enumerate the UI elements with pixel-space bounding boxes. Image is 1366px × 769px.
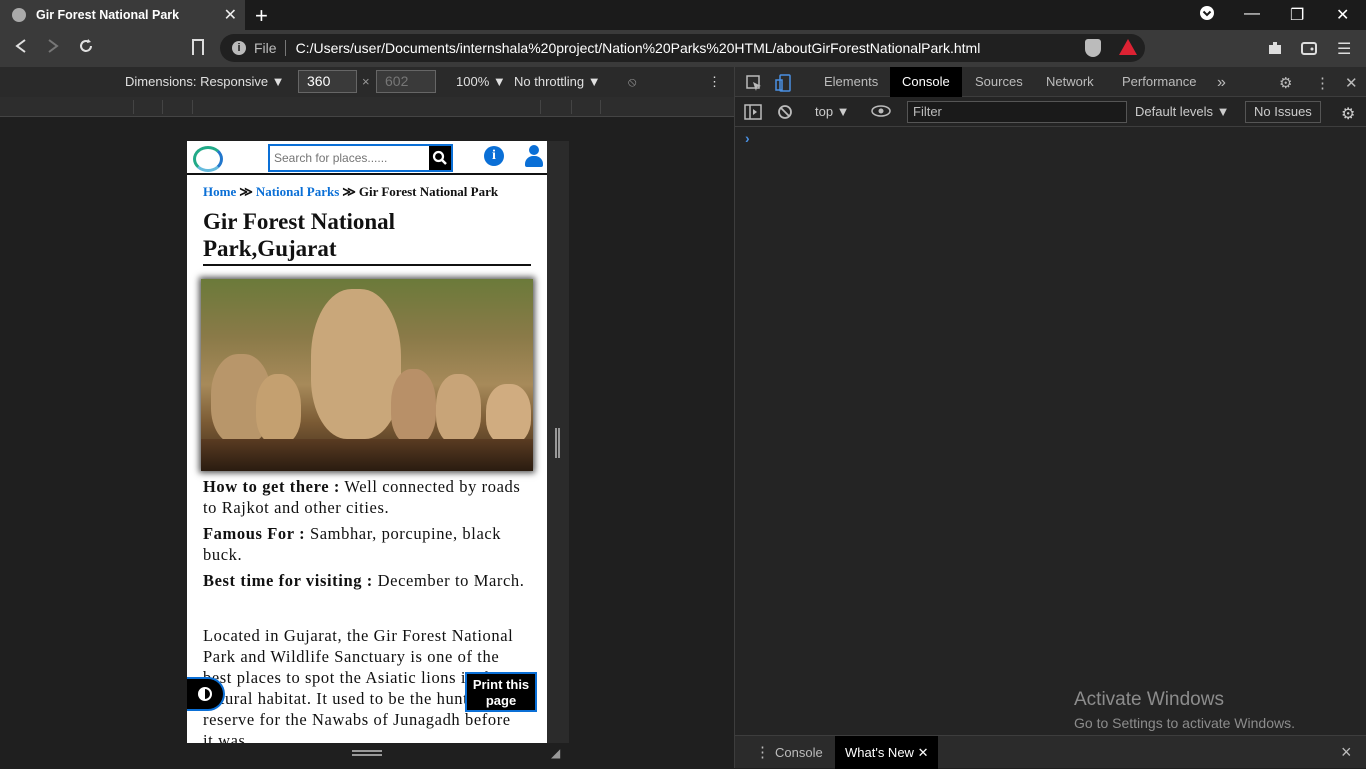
tab-strip: Gir Forest National Park ✕ + — ❐ ✕ xyxy=(0,0,1366,30)
more-options-icon[interactable]: ⋮ xyxy=(708,74,721,90)
url-text[interactable]: C:/Users/user/Documents/internshala%20pr… xyxy=(296,40,981,56)
divider xyxy=(284,40,286,56)
resize-handle-corner[interactable]: ◢ xyxy=(551,746,565,760)
tab-sources[interactable]: Sources xyxy=(963,67,1035,97)
print-page-button[interactable]: Print this page xyxy=(465,672,537,712)
device-viewport: i Home≫National Parks≫Gir Forest Nationa… xyxy=(187,141,547,743)
browser-toolbar: i File C:/Users/user/Documents/internsha… xyxy=(0,30,1366,67)
inspect-element-icon[interactable] xyxy=(745,74,763,96)
minimize-icon[interactable]: — xyxy=(1244,5,1260,23)
fact-famous-for: Famous For : Sambhar, porcupine, black b… xyxy=(203,524,502,564)
tab-title: Gir Forest National Park xyxy=(36,8,180,22)
activate-windows-watermark: Activate Windows Go to Settings to activ… xyxy=(1074,689,1295,731)
device-toolbar-icon[interactable] xyxy=(775,74,793,96)
close-drawer-icon[interactable]: × xyxy=(1331,736,1362,769)
close-drawer-tab-icon[interactable]: ✕ xyxy=(918,745,929,760)
vpn-icon[interactable] xyxy=(1119,39,1137,55)
width-input[interactable]: 360 xyxy=(298,70,357,93)
sidebar-toggle-icon[interactable] xyxy=(744,104,762,123)
profile-dropdown-icon[interactable] xyxy=(1199,5,1215,26)
media-query-ruler xyxy=(0,97,734,117)
resize-handle-bottom[interactable] xyxy=(352,750,382,756)
breadcrumb-current: Gir Forest National Park xyxy=(358,184,499,199)
console-prompt-caret[interactable]: › xyxy=(745,130,750,146)
devtools-panel: Elements Console Sources Network Perform… xyxy=(734,67,1366,769)
bookmark-icon[interactable] xyxy=(192,39,204,55)
globe-icon xyxy=(12,8,26,22)
devtools-tabs: Elements Console Sources Network Perform… xyxy=(735,67,1366,97)
url-scheme-label: File xyxy=(254,40,277,56)
context-select[interactable]: top ▼ xyxy=(815,104,850,119)
site-logo[interactable] xyxy=(193,146,223,172)
log-levels-select[interactable]: Default levels ▼ xyxy=(1135,104,1230,119)
dimensions-select[interactable]: Dimensions: Responsive ▼ xyxy=(125,74,285,89)
drawer-tab-console[interactable]: Console xyxy=(765,736,833,769)
rotate-icon[interactable]: ⦸ xyxy=(628,74,636,90)
breadcrumb: Home ≫ National Parks ≫ Gir Forest National … xyxy=(203,184,498,200)
breadcrumb-separator: ≫ xyxy=(239,184,253,199)
forward-icon[interactable] xyxy=(46,38,60,59)
console-toolbar: top ▼ Filter Default levels ▼ No Issues … xyxy=(735,97,1366,127)
user-icon[interactable] xyxy=(525,145,543,167)
breadcrumb-separator: ≫ xyxy=(342,184,356,199)
clear-console-icon[interactable] xyxy=(777,104,793,123)
watermark-subtitle: Go to Settings to activate Windows. xyxy=(1074,715,1295,731)
search-input[interactable] xyxy=(270,146,429,170)
console-filter-input[interactable]: Filter xyxy=(907,101,1127,123)
ruler-tick xyxy=(162,100,163,114)
address-bar[interactable]: i File C:/Users/user/Documents/internsha… xyxy=(220,34,1145,62)
fact-access: How to get there : Well connected by roa… xyxy=(203,477,521,517)
brave-shield-icon[interactable] xyxy=(1085,39,1101,57)
close-window-icon[interactable]: ✕ xyxy=(1336,5,1349,25)
ruler-tick xyxy=(540,100,541,114)
wallet-icon[interactable] xyxy=(1300,39,1318,62)
extensions-icon[interactable] xyxy=(1266,39,1284,62)
height-input[interactable]: 602 xyxy=(376,70,436,93)
customize-menu-icon[interactable]: ⋮ xyxy=(1315,74,1330,92)
breadcrumb-national-parks[interactable]: National Parks xyxy=(256,184,339,199)
ruler-tick xyxy=(600,100,601,114)
close-devtools-icon[interactable]: ✕ xyxy=(1345,74,1358,92)
devtools-drawer: ⋮ Console What's New ✕ × xyxy=(735,735,1366,769)
menu-icon[interactable]: ☰ xyxy=(1337,39,1351,59)
watermark-title: Activate Windows xyxy=(1074,689,1224,710)
fact-best-time: Best time for visiting : December to Mar… xyxy=(203,571,525,590)
live-expression-eye-icon[interactable] xyxy=(871,104,891,121)
zoom-select[interactable]: 100% ▼ xyxy=(456,74,506,89)
info-icon[interactable]: i xyxy=(484,146,504,166)
times-sign: × xyxy=(362,74,370,89)
info-icon[interactable]: i xyxy=(232,41,246,55)
reload-icon[interactable] xyxy=(78,38,94,59)
lions-image xyxy=(201,279,533,471)
throttling-select[interactable]: No throttling ▼ xyxy=(514,74,601,89)
restore-icon[interactable]: ❐ xyxy=(1290,5,1304,25)
tab-console[interactable]: Console xyxy=(890,67,962,97)
tab-performance[interactable]: Performance xyxy=(1110,67,1208,97)
new-tab-button[interactable]: + xyxy=(255,3,268,29)
browser-tab[interactable]: Gir Forest National Park ✕ xyxy=(0,0,245,30)
settings-gear-icon[interactable]: ⚙ xyxy=(1279,74,1292,92)
park-facts: How to get there : Well connected by roa… xyxy=(203,476,531,596)
back-icon[interactable] xyxy=(14,38,28,59)
breadcrumb-home[interactable]: Home xyxy=(203,184,236,199)
device-toolbar: Dimensions: Responsive ▼ 360 × 602 100% … xyxy=(0,67,734,97)
contrast-icon xyxy=(198,687,212,701)
ruler-tick xyxy=(571,100,572,114)
tab-elements[interactable]: Elements xyxy=(812,67,890,97)
console-settings-gear-icon[interactable]: ⚙ xyxy=(1341,104,1355,124)
contrast-toggle-button[interactable] xyxy=(187,677,225,711)
search-box xyxy=(268,144,453,172)
tab-network[interactable]: Network xyxy=(1034,67,1106,97)
search-icon[interactable] xyxy=(429,146,451,170)
page-title: Gir Forest National Park,Gujarat xyxy=(203,208,531,266)
ruler-tick xyxy=(192,100,193,114)
issues-button[interactable]: No Issues xyxy=(1245,101,1321,123)
ruler-tick xyxy=(133,100,134,114)
close-tab-icon[interactable]: ✕ xyxy=(224,5,237,25)
more-tabs-icon[interactable]: » xyxy=(1217,74,1226,92)
drawer-tab-whats-new[interactable]: What's New ✕ xyxy=(835,736,939,769)
resize-handle-right[interactable] xyxy=(555,428,560,458)
site-header: i xyxy=(187,141,547,175)
